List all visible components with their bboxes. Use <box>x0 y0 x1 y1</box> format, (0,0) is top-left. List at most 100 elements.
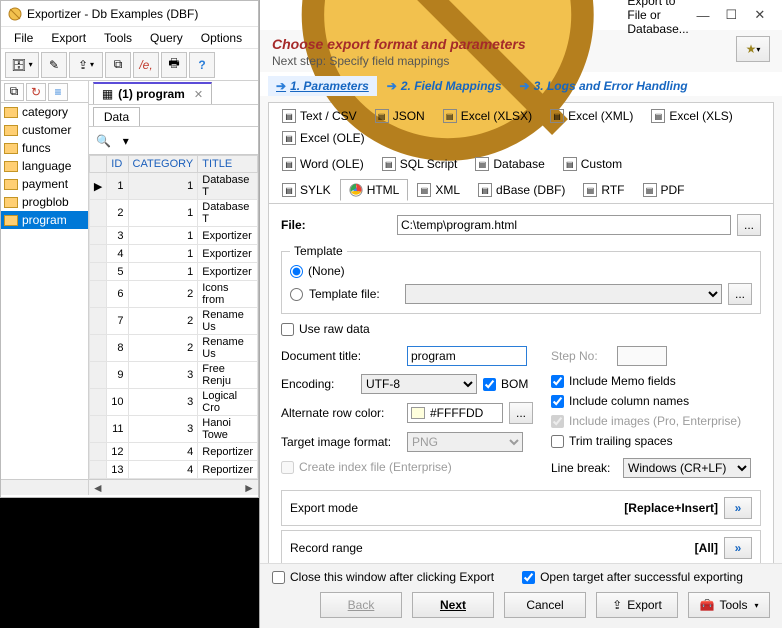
format-tab-csv[interactable]: ▤Text / CSV <box>273 105 366 127</box>
close-after-checkbox[interactable] <box>272 571 285 584</box>
table-row[interactable]: 124Reportizer <box>89 443 257 461</box>
format-tab-xml[interactable]: ▤XML <box>408 179 469 201</box>
include-cols-checkbox[interactable] <box>551 395 564 408</box>
table-row[interactable]: 134Reportizer <box>89 461 257 479</box>
favorites-button[interactable]: ★▾ <box>736 36 770 62</box>
tb-export[interactable]: ⇪▾ <box>69 52 103 78</box>
format-tab-json[interactable]: ▤JSON <box>366 105 434 127</box>
tb-open[interactable]: 🗄▾ <box>5 52 39 78</box>
table-row[interactable]: 62Icons from <box>89 281 257 308</box>
export-run-icon: ⇪ <box>612 598 622 612</box>
template-file-radio[interactable] <box>290 288 303 301</box>
template-none-radio[interactable] <box>290 265 303 278</box>
format-tab-xls[interactable]: ▤Excel (XLS) <box>642 105 741 127</box>
grid-scrollbar[interactable]: ◄ ► <box>89 479 258 495</box>
table-row[interactable]: ▶11Database T <box>89 173 257 200</box>
cancel-button[interactable]: Cancel <box>504 592 586 618</box>
menu-options[interactable]: Options <box>192 29 251 47</box>
tb-print[interactable]: 🖶 <box>161 52 187 78</box>
table-row[interactable]: 31Exportizer <box>89 227 257 245</box>
maximize-button[interactable]: ☐ <box>717 1 745 29</box>
side-tab-files[interactable]: ⧉ <box>4 83 24 101</box>
minimize-button[interactable]: — <box>689 1 717 29</box>
scroll-left-icon[interactable]: ◄ <box>91 481 105 495</box>
doc-title-input[interactable] <box>407 346 527 366</box>
step-parameters[interactable]: ➔1. Parameters <box>268 76 377 96</box>
tools-button[interactable]: 🧰Tools▾ <box>688 592 770 618</box>
table-tab-label: (1) program <box>118 87 185 101</box>
format-tab-pdf[interactable]: ▤PDF <box>634 179 694 201</box>
format-tab-dbf[interactable]: ▤dBase (DBF) <box>469 179 574 201</box>
tb-copy[interactable]: ⧉ <box>105 52 131 78</box>
export-button[interactable]: ⇪ Export <box>596 592 678 618</box>
record-range-button[interactable]: » <box>724 537 752 559</box>
export-label: Export <box>627 598 662 612</box>
close-button[interactable]: ✕ <box>746 1 774 29</box>
menu-export[interactable]: Export <box>42 29 95 47</box>
sidebar-item-payment[interactable]: payment <box>1 175 88 193</box>
format-tab-xlsxml[interactable]: ▤Excel (XML) <box>541 105 642 127</box>
format-tab-html[interactable]: HTML <box>340 179 409 201</box>
tb-e[interactable]: /e, <box>133 52 159 78</box>
table-row[interactable]: 51Exportizer <box>89 263 257 281</box>
sidebar-item-funcs[interactable]: funcs <box>1 139 88 157</box>
include-memo-checkbox[interactable] <box>551 375 564 388</box>
format-tab-rtf[interactable]: ▤RTF <box>574 179 633 201</box>
table-row[interactable]: 103Logical Cro <box>89 389 257 416</box>
menu-query[interactable]: Query <box>141 29 192 47</box>
format-tab-xlsx[interactable]: ▤Excel (XLSX) <box>434 105 541 127</box>
table-row[interactable]: 21Database T <box>89 200 257 227</box>
nav-dropdown[interactable]: ▾ <box>115 130 137 152</box>
sidebar-item-customer[interactable]: customer <box>1 121 88 139</box>
table-row[interactable]: 72Rename Us <box>89 308 257 335</box>
step-field-mappings[interactable]: ➔2. Field Mappings <box>379 76 510 96</box>
tb-edit[interactable]: ✎ <box>41 52 67 78</box>
nav-search[interactable]: 🔍 <box>93 130 115 152</box>
file-input[interactable] <box>397 215 731 235</box>
table-row[interactable]: 82Rename Us <box>89 335 257 362</box>
bom-checkbox[interactable] <box>483 378 496 391</box>
open-after-checkbox[interactable] <box>522 571 535 584</box>
template-browse-button[interactable]: ... <box>728 283 752 305</box>
table-tab[interactable]: ▦ (1) program ✕ <box>93 82 212 104</box>
data-grid[interactable]: IDCATEGORYTITLE▶11Database T21Database T… <box>89 155 258 495</box>
use-raw-checkbox[interactable] <box>281 323 294 336</box>
dialog-footer: Close this window after clicking Export … <box>260 563 782 628</box>
imgfmt-select[interactable]: PNG <box>407 432 523 452</box>
table-row[interactable]: 113Hanoi Towe <box>89 416 257 443</box>
side-tab-refresh[interactable]: ↻ <box>26 83 46 101</box>
format-tab-sylk[interactable]: ▤SYLK <box>273 179 340 201</box>
sidebar-item-category[interactable]: category <box>1 103 88 121</box>
back-label: Back <box>348 598 375 612</box>
table-row[interactable]: 93Free Renju <box>89 362 257 389</box>
data-subtab[interactable]: Data <box>93 107 140 126</box>
scroll-right-icon[interactable]: ► <box>242 481 256 495</box>
linebreak-label: Line break: <box>551 461 617 475</box>
linebreak-select[interactable]: Windows (CR+LF) <box>623 458 751 478</box>
tab-close-icon[interactable]: ✕ <box>194 88 203 101</box>
format-tab-word[interactable]: ▤Word (OLE) <box>273 153 373 175</box>
dialog-titlebar: Export to File or Database... — ☐ ✕ <box>260 0 782 30</box>
tb-help[interactable]: ? <box>189 52 215 78</box>
altrow-browse-button[interactable]: ... <box>509 402 533 424</box>
sidebar-item-language[interactable]: language <box>1 157 88 175</box>
format-tab-db[interactable]: ▤Database <box>466 153 553 175</box>
format-tab-custom[interactable]: ▤Custom <box>554 153 631 175</box>
export-mode-button[interactable]: » <box>724 497 752 519</box>
sidebar-item-program[interactable]: program <box>1 211 88 229</box>
encoding-select[interactable]: UTF-8 <box>361 374 477 394</box>
trim-checkbox[interactable] <box>551 435 564 448</box>
next-button[interactable]: Next <box>412 592 494 618</box>
menu-file[interactable]: File <box>5 29 42 47</box>
table-row[interactable]: 41Exportizer <box>89 245 257 263</box>
template-file-select[interactable] <box>405 284 722 304</box>
sidebar-item-progblob[interactable]: progblob <box>1 193 88 211</box>
step-logs[interactable]: ➔3. Logs and Error Handling <box>512 76 696 96</box>
file-browse-button[interactable]: ... <box>737 214 761 236</box>
side-tab-list[interactable]: ≡ <box>48 83 68 101</box>
format-tab-xlsole[interactable]: ▤Excel (OLE) <box>273 127 374 149</box>
menu-tools[interactable]: Tools <box>95 29 141 47</box>
menubar: File Export Tools Query Options Help <box>1 27 258 49</box>
format-tab-sql[interactable]: ▤SQL Script <box>373 153 467 175</box>
main-window: Exportizer - Db Examples (DBF) File Expo… <box>0 0 259 498</box>
